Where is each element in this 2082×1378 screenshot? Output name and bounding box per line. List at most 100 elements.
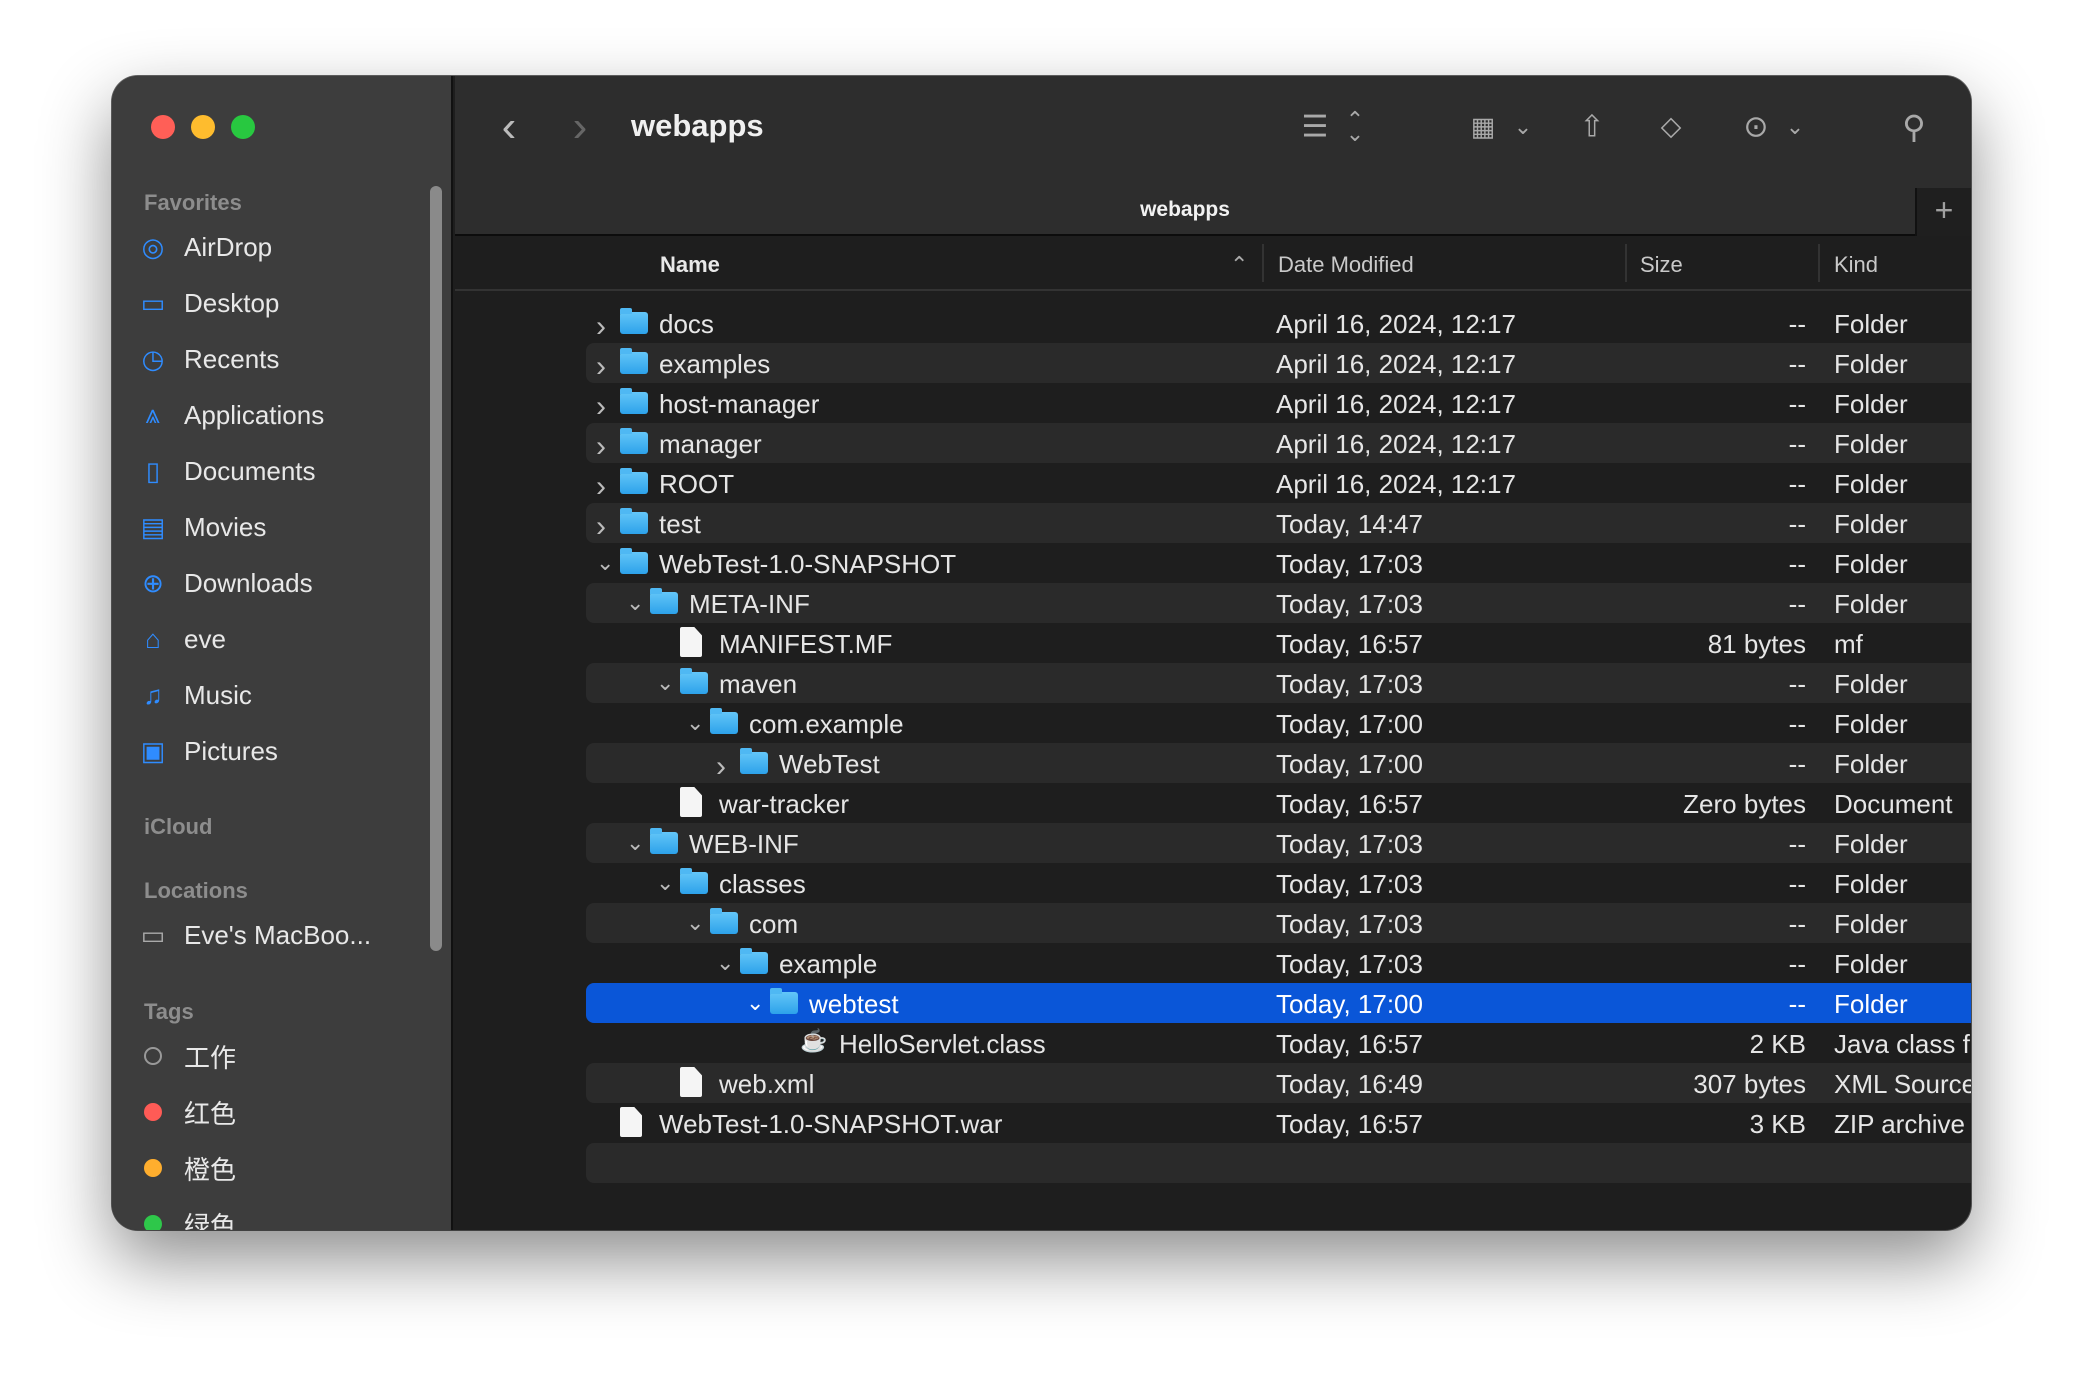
file-row[interactable]: ⌄ WEB-INF Today, 17:03 -- Folder <box>586 823 1971 863</box>
chevron-down-icon[interactable]: ⌄ <box>686 710 704 736</box>
file-row[interactable]: › docs April 16, 2024, 12:17 -- Folder <box>586 303 1971 343</box>
chevron-right-icon[interactable]: › <box>596 350 606 384</box>
file-row[interactable]: › manager April 16, 2024, 12:17 -- Folder <box>586 423 1971 463</box>
file-row[interactable]: ⌄ com Today, 17:03 -- Folder <box>586 903 1971 943</box>
file-row[interactable]: ⌄ classes Today, 17:03 -- Folder <box>586 863 1971 903</box>
applications-icon: ⩓ <box>145 399 161 429</box>
sidebar-tag-label: 工作 <box>184 1042 237 1073</box>
file-row[interactable]: ⌄ WebTest-1.0-SNAPSHOT Today, 17:03 -- Folde… <box>586 543 1971 583</box>
sidebar-item-downloads[interactable]: ⊕ Downloads <box>136 561 313 605</box>
sidebar-tag[interactable]: 橙色 <box>136 1146 236 1190</box>
file-row[interactable]: › test Today, 14:47 -- Folder <box>586 503 1971 543</box>
sidebar-item-airdrop[interactable]: ◎ AirDrop <box>136 225 272 269</box>
folder-icon <box>620 508 648 534</box>
sidebar-item-pictures[interactable]: ▣ Pictures <box>136 729 278 773</box>
file-row[interactable]: MANIFEST.MF Today, 16:57 81 bytes mf <box>586 623 1971 663</box>
chevron-down-icon[interactable]: ⌄ <box>1514 114 1532 140</box>
file-row[interactable]: ⌄ maven Today, 17:03 -- Folder <box>586 663 1971 703</box>
file-row[interactable]: war-tracker Today, 16:57 Zero bytes Documen… <box>586 783 1971 823</box>
file-row[interactable]: › WebTest Today, 17:00 -- Folder <box>586 743 1971 783</box>
chevron-right-icon[interactable]: › <box>716 750 726 784</box>
sidebar-tag[interactable]: 红色 <box>136 1090 236 1134</box>
sidebar-item-documents[interactable]: ▯ Documents <box>136 449 316 493</box>
chevron-down-icon[interactable]: ⌄ <box>656 870 674 896</box>
chevron-right-icon[interactable]: › <box>596 310 606 344</box>
list-view-icon[interactable]: ☰ <box>1302 110 1329 145</box>
folder-icon <box>620 348 648 374</box>
column-kind[interactable]: Kind <box>1834 252 1878 278</box>
file-row[interactable]: ⌄ com.example Today, 17:00 -- Folder <box>586 703 1971 743</box>
file-size: -- <box>1788 469 1806 499</box>
file-date: Today, 17:00 <box>1276 709 1423 739</box>
file-name: docs <box>659 309 714 339</box>
sidebar-item-eve[interactable]: ⌂ eve <box>136 617 226 661</box>
group-icon[interactable]: ▦ <box>1471 112 1496 143</box>
file-row[interactable]: › examples April 16, 2024, 12:17 -- Folder <box>586 343 1971 383</box>
tag-color-icon <box>144 1103 162 1121</box>
chevron-right-icon[interactable]: › <box>596 470 606 504</box>
sidebar-item-music[interactable]: ♫ Music <box>136 673 252 717</box>
search-icon[interactable]: ⚲ <box>1902 108 1925 146</box>
file-size: -- <box>1788 709 1806 739</box>
file-kind: XML Source File <box>1834 1069 1971 1099</box>
chevron-right-icon[interactable]: › <box>596 390 606 424</box>
sidebar-item-movies[interactable]: ▤ Movies <box>136 505 267 549</box>
file-kind: Folder <box>1834 829 1908 859</box>
chevron-down-icon[interactable]: ⌄ <box>626 830 644 856</box>
pictures-icon: ▣ <box>140 735 166 766</box>
file-row[interactable]: › ROOT April 16, 2024, 12:17 -- Folder <box>586 463 1971 503</box>
forward-button[interactable]: › <box>573 102 588 152</box>
empty-row <box>586 1143 1971 1183</box>
file-kind: Folder <box>1834 349 1908 379</box>
file-name: MANIFEST.MF <box>719 629 893 659</box>
folder-icon <box>620 308 648 334</box>
file-name: webtest <box>809 989 899 1019</box>
minimize-button[interactable] <box>191 115 215 139</box>
sidebar-item-desktop[interactable]: ▭ Desktop <box>136 281 280 325</box>
chevron-down-icon[interactable]: ⌄ <box>626 590 644 616</box>
zoom-button[interactable] <box>231 115 255 139</box>
share-icon[interactable]: ⇧ <box>1579 110 1604 145</box>
tag-icon[interactable]: ⬦ <box>1661 110 1682 144</box>
file-row[interactable]: WebTest-1.0-SNAPSHOT.war Today, 16:57 3 KB… <box>586 1103 1971 1143</box>
back-button[interactable]: ‹ <box>502 102 517 152</box>
file-size: -- <box>1788 869 1806 899</box>
laptop-icon: ▭ <box>140 919 166 950</box>
chevron-down-icon[interactable]: ⌄ <box>1786 114 1804 140</box>
sidebar-tag[interactable]: 绿色 <box>136 1202 236 1230</box>
more-icon[interactable]: ⊙ <box>1743 110 1768 145</box>
chevron-down-icon[interactable]: ⌄ <box>596 550 614 576</box>
column-size[interactable]: Size <box>1640 252 1683 278</box>
sidebar-tag[interactable]: 工作 <box>136 1034 236 1078</box>
file-name: WEB-INF <box>689 829 799 859</box>
file-row[interactable]: ⌄ example Today, 17:03 -- Folder <box>586 943 1971 983</box>
file-size: -- <box>1788 749 1806 779</box>
sidebar-item-recents[interactable]: ◷ Recents <box>136 337 280 381</box>
chevron-down-icon[interactable]: ⌄ <box>716 950 734 976</box>
file-row[interactable]: web.xml Today, 16:49 307 bytes XML Source F… <box>586 1063 1971 1103</box>
chevron-right-icon[interactable]: › <box>596 430 606 464</box>
sidebar-item-applications[interactable]: ⩓ Applications <box>136 393 325 437</box>
column-header: Name ⌃ Date Modified Size Kind <box>455 236 1971 291</box>
file-date: Today, 16:57 <box>1276 1109 1423 1139</box>
file-row[interactable]: ☕ HelloServlet.class Today, 16:57 2 KB Java … <box>586 1023 1971 1063</box>
file-row[interactable]: › host-manager April 16, 2024, 12:17 -- Fold… <box>586 383 1971 423</box>
column-date-modified[interactable]: Date Modified <box>1278 252 1414 278</box>
chevron-down-icon[interactable]: ⌄ <box>656 670 674 696</box>
sidebar-scrollbar[interactable] <box>430 186 442 951</box>
sort-icon[interactable]: ⌃ ⌄ <box>1346 109 1364 145</box>
chevron-down-icon[interactable]: ⌄ <box>746 990 764 1016</box>
close-button[interactable] <box>151 115 175 139</box>
file-kind: Folder <box>1834 709 1908 739</box>
chevron-right-icon[interactable]: › <box>596 510 606 544</box>
add-tab-button[interactable]: + <box>1915 188 1971 236</box>
file-name: example <box>779 949 878 979</box>
sidebar-item-macbook[interactable]: ▭ Eve's MacBoo... <box>136 913 371 957</box>
column-name[interactable]: Name <box>660 252 720 278</box>
chevron-down-icon[interactable]: ⌄ <box>686 910 704 936</box>
file-date: Today, 17:03 <box>1276 669 1423 699</box>
file-row[interactable]: ⌄ webtest Today, 17:00 -- Folder <box>586 983 1971 1023</box>
file-icon <box>680 1067 702 1097</box>
file-size: Zero bytes <box>1683 789 1806 819</box>
file-row[interactable]: ⌄ META-INF Today, 17:03 -- Folder <box>586 583 1971 623</box>
